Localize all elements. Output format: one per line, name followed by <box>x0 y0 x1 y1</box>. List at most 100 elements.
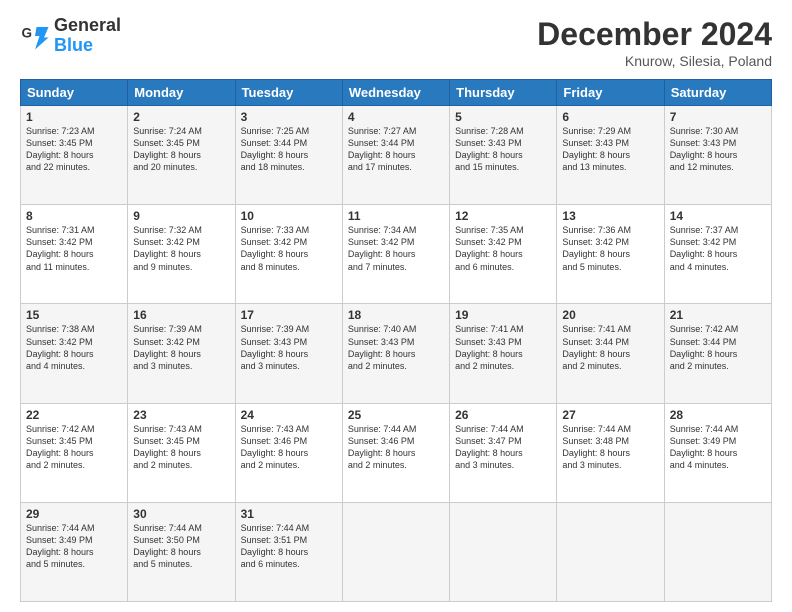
day-info: Sunrise: 7:43 AM Sunset: 3:45 PM Dayligh… <box>133 423 229 472</box>
day-cell <box>664 502 771 601</box>
day-cell: 24Sunrise: 7:43 AM Sunset: 3:46 PM Dayli… <box>235 403 342 502</box>
day-number: 26 <box>455 408 551 422</box>
weekday-wednesday: Wednesday <box>342 80 449 106</box>
day-info: Sunrise: 7:23 AM Sunset: 3:45 PM Dayligh… <box>26 125 122 174</box>
day-info: Sunrise: 7:38 AM Sunset: 3:42 PM Dayligh… <box>26 323 122 372</box>
day-number: 23 <box>133 408 229 422</box>
day-cell: 12Sunrise: 7:35 AM Sunset: 3:42 PM Dayli… <box>450 205 557 304</box>
weekday-sunday: Sunday <box>21 80 128 106</box>
weekday-saturday: Saturday <box>664 80 771 106</box>
day-info: Sunrise: 7:34 AM Sunset: 3:42 PM Dayligh… <box>348 224 444 273</box>
day-cell: 11Sunrise: 7:34 AM Sunset: 3:42 PM Dayli… <box>342 205 449 304</box>
logo-line2: Blue <box>54 36 121 56</box>
day-cell: 28Sunrise: 7:44 AM Sunset: 3:49 PM Dayli… <box>664 403 771 502</box>
day-cell: 23Sunrise: 7:43 AM Sunset: 3:45 PM Dayli… <box>128 403 235 502</box>
day-number: 15 <box>26 308 122 322</box>
day-info: Sunrise: 7:30 AM Sunset: 3:43 PM Dayligh… <box>670 125 766 174</box>
day-cell: 17Sunrise: 7:39 AM Sunset: 3:43 PM Dayli… <box>235 304 342 403</box>
day-info: Sunrise: 7:44 AM Sunset: 3:49 PM Dayligh… <box>26 522 122 571</box>
day-number: 9 <box>133 209 229 223</box>
day-info: Sunrise: 7:43 AM Sunset: 3:46 PM Dayligh… <box>241 423 337 472</box>
weekday-tuesday: Tuesday <box>235 80 342 106</box>
day-number: 22 <box>26 408 122 422</box>
day-info: Sunrise: 7:31 AM Sunset: 3:42 PM Dayligh… <box>26 224 122 273</box>
day-info: Sunrise: 7:27 AM Sunset: 3:44 PM Dayligh… <box>348 125 444 174</box>
day-cell: 9Sunrise: 7:32 AM Sunset: 3:42 PM Daylig… <box>128 205 235 304</box>
week-row-3: 15Sunrise: 7:38 AM Sunset: 3:42 PM Dayli… <box>21 304 772 403</box>
calendar-table: SundayMondayTuesdayWednesdayThursdayFrid… <box>20 79 772 602</box>
location: Knurow, Silesia, Poland <box>537 53 772 69</box>
day-number: 27 <box>562 408 658 422</box>
day-info: Sunrise: 7:42 AM Sunset: 3:44 PM Dayligh… <box>670 323 766 372</box>
day-info: Sunrise: 7:28 AM Sunset: 3:43 PM Dayligh… <box>455 125 551 174</box>
day-cell: 20Sunrise: 7:41 AM Sunset: 3:44 PM Dayli… <box>557 304 664 403</box>
day-cell: 29Sunrise: 7:44 AM Sunset: 3:49 PM Dayli… <box>21 502 128 601</box>
logo-line1: General <box>54 16 121 36</box>
logo-text: General Blue <box>54 16 121 56</box>
day-number: 8 <box>26 209 122 223</box>
weekday-thursday: Thursday <box>450 80 557 106</box>
day-number: 3 <box>241 110 337 124</box>
day-info: Sunrise: 7:42 AM Sunset: 3:45 PM Dayligh… <box>26 423 122 472</box>
day-info: Sunrise: 7:44 AM Sunset: 3:49 PM Dayligh… <box>670 423 766 472</box>
day-info: Sunrise: 7:35 AM Sunset: 3:42 PM Dayligh… <box>455 224 551 273</box>
page: G General Blue December 2024 Knurow, Sil… <box>0 0 792 612</box>
day-cell: 7Sunrise: 7:30 AM Sunset: 3:43 PM Daylig… <box>664 106 771 205</box>
day-cell: 2Sunrise: 7:24 AM Sunset: 3:45 PM Daylig… <box>128 106 235 205</box>
day-cell <box>342 502 449 601</box>
day-cell: 18Sunrise: 7:40 AM Sunset: 3:43 PM Dayli… <box>342 304 449 403</box>
day-info: Sunrise: 7:37 AM Sunset: 3:42 PM Dayligh… <box>670 224 766 273</box>
month-title: December 2024 <box>537 16 772 53</box>
day-info: Sunrise: 7:40 AM Sunset: 3:43 PM Dayligh… <box>348 323 444 372</box>
weekday-header-row: SundayMondayTuesdayWednesdayThursdayFrid… <box>21 80 772 106</box>
day-cell: 10Sunrise: 7:33 AM Sunset: 3:42 PM Dayli… <box>235 205 342 304</box>
header: G General Blue December 2024 Knurow, Sil… <box>20 16 772 69</box>
day-number: 25 <box>348 408 444 422</box>
day-number: 18 <box>348 308 444 322</box>
day-number: 19 <box>455 308 551 322</box>
logo: G General Blue <box>20 16 121 56</box>
day-number: 4 <box>348 110 444 124</box>
day-info: Sunrise: 7:33 AM Sunset: 3:42 PM Dayligh… <box>241 224 337 273</box>
day-info: Sunrise: 7:44 AM Sunset: 3:50 PM Dayligh… <box>133 522 229 571</box>
day-info: Sunrise: 7:24 AM Sunset: 3:45 PM Dayligh… <box>133 125 229 174</box>
day-number: 16 <box>133 308 229 322</box>
day-number: 10 <box>241 209 337 223</box>
day-cell: 31Sunrise: 7:44 AM Sunset: 3:51 PM Dayli… <box>235 502 342 601</box>
day-number: 5 <box>455 110 551 124</box>
day-info: Sunrise: 7:44 AM Sunset: 3:47 PM Dayligh… <box>455 423 551 472</box>
day-cell: 15Sunrise: 7:38 AM Sunset: 3:42 PM Dayli… <box>21 304 128 403</box>
week-row-4: 22Sunrise: 7:42 AM Sunset: 3:45 PM Dayli… <box>21 403 772 502</box>
day-cell: 3Sunrise: 7:25 AM Sunset: 3:44 PM Daylig… <box>235 106 342 205</box>
day-number: 6 <box>562 110 658 124</box>
day-info: Sunrise: 7:44 AM Sunset: 3:48 PM Dayligh… <box>562 423 658 472</box>
day-info: Sunrise: 7:39 AM Sunset: 3:43 PM Dayligh… <box>241 323 337 372</box>
svg-text:G: G <box>22 25 33 40</box>
day-number: 2 <box>133 110 229 124</box>
calendar-body: 1Sunrise: 7:23 AM Sunset: 3:45 PM Daylig… <box>21 106 772 602</box>
day-cell: 6Sunrise: 7:29 AM Sunset: 3:43 PM Daylig… <box>557 106 664 205</box>
day-number: 14 <box>670 209 766 223</box>
day-cell: 27Sunrise: 7:44 AM Sunset: 3:48 PM Dayli… <box>557 403 664 502</box>
day-number: 11 <box>348 209 444 223</box>
week-row-1: 1Sunrise: 7:23 AM Sunset: 3:45 PM Daylig… <box>21 106 772 205</box>
day-number: 17 <box>241 308 337 322</box>
day-cell: 26Sunrise: 7:44 AM Sunset: 3:47 PM Dayli… <box>450 403 557 502</box>
day-info: Sunrise: 7:41 AM Sunset: 3:43 PM Dayligh… <box>455 323 551 372</box>
day-info: Sunrise: 7:29 AM Sunset: 3:43 PM Dayligh… <box>562 125 658 174</box>
day-number: 30 <box>133 507 229 521</box>
day-cell: 4Sunrise: 7:27 AM Sunset: 3:44 PM Daylig… <box>342 106 449 205</box>
day-cell: 13Sunrise: 7:36 AM Sunset: 3:42 PM Dayli… <box>557 205 664 304</box>
day-number: 1 <box>26 110 122 124</box>
week-row-2: 8Sunrise: 7:31 AM Sunset: 3:42 PM Daylig… <box>21 205 772 304</box>
day-cell <box>450 502 557 601</box>
day-number: 21 <box>670 308 766 322</box>
day-info: Sunrise: 7:36 AM Sunset: 3:42 PM Dayligh… <box>562 224 658 273</box>
day-info: Sunrise: 7:41 AM Sunset: 3:44 PM Dayligh… <box>562 323 658 372</box>
logo-icon: G <box>20 21 50 51</box>
day-info: Sunrise: 7:25 AM Sunset: 3:44 PM Dayligh… <box>241 125 337 174</box>
day-info: Sunrise: 7:44 AM Sunset: 3:46 PM Dayligh… <box>348 423 444 472</box>
day-info: Sunrise: 7:44 AM Sunset: 3:51 PM Dayligh… <box>241 522 337 571</box>
day-cell: 16Sunrise: 7:39 AM Sunset: 3:42 PM Dayli… <box>128 304 235 403</box>
day-number: 20 <box>562 308 658 322</box>
